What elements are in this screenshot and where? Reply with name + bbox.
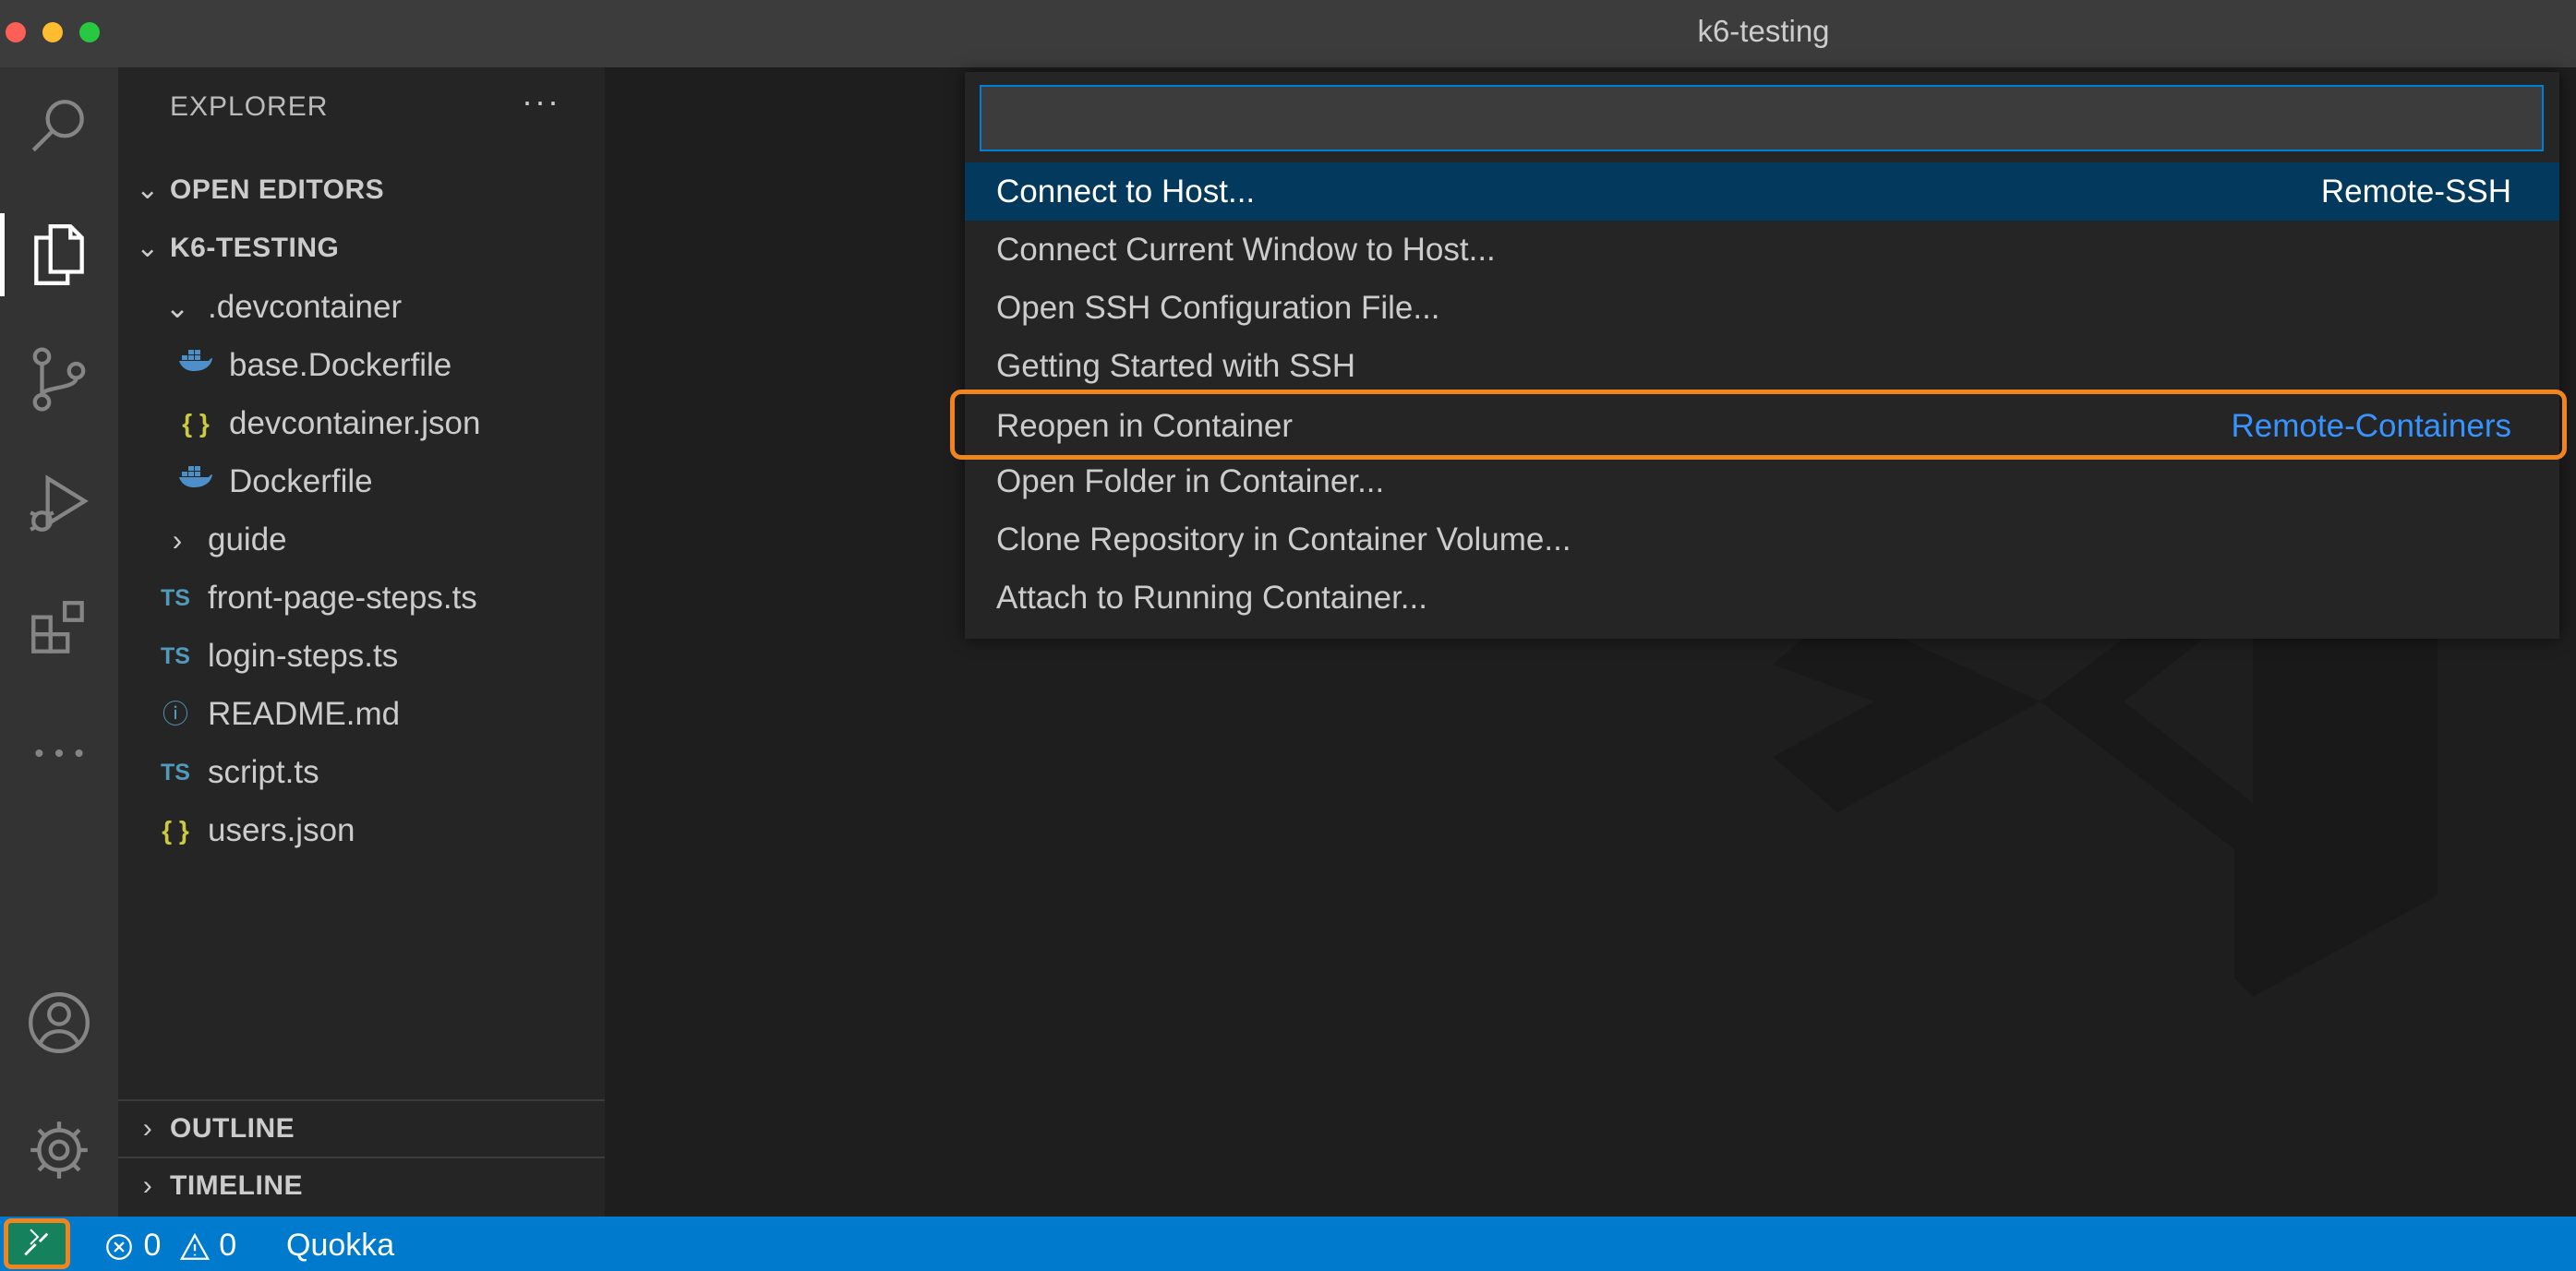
extensions-icon[interactable] <box>0 578 118 679</box>
warning-count: 0 <box>219 1228 237 1263</box>
typescript-icon: TS <box>161 643 190 669</box>
docker-icon <box>177 453 214 510</box>
warning-icon <box>179 1232 210 1260</box>
quokka-status[interactable]: Quokka <box>286 1217 394 1271</box>
error-icon <box>106 1234 132 1260</box>
quick-pick-item[interactable]: Connect Current Window to Host... <box>965 221 2559 279</box>
quick-pick-item[interactable]: Connect to Host... Remote-SSH <box>965 162 2559 221</box>
chevron-down-icon: ⌄ <box>164 291 190 324</box>
section-open-editors[interactable]: ⌄ OPEN EDITORS <box>118 162 605 218</box>
remote-icon <box>24 1228 49 1255</box>
more-icon[interactable] <box>0 702 118 804</box>
quick-pick-input[interactable] <box>980 85 2544 151</box>
section-outline[interactable]: › OUTLINE <box>118 1099 605 1155</box>
quick-pick-item[interactable]: Getting Started with SSH <box>965 337 2559 395</box>
highlight-annotation <box>950 390 2567 460</box>
gear-icon[interactable] <box>0 1099 118 1201</box>
source-control-icon[interactable] <box>0 329 118 430</box>
error-count: 0 <box>143 1228 162 1263</box>
tree-item-file[interactable]: TS script.ts <box>118 744 605 801</box>
tree-item-guide[interactable]: › guide <box>118 511 605 569</box>
tree-item-file[interactable]: TS front-page-steps.ts <box>118 570 605 627</box>
window-title: k6-testing <box>1697 14 1830 48</box>
run-debug-icon[interactable] <box>0 453 118 555</box>
search-icon[interactable] <box>0 77 118 178</box>
explorer-sidebar: EXPLORER ··· ⌄ OPEN EDITORS ⌄ K6-TESTING… <box>118 67 605 1217</box>
chevron-down-icon: ⌄ <box>136 174 160 205</box>
typescript-icon: TS <box>161 760 190 785</box>
json-icon: { } <box>162 816 189 845</box>
command-quick-pick: Connect to Host... Remote-SSH Connect Cu… <box>965 72 2559 639</box>
info-icon: ⓘ <box>162 700 188 728</box>
tree-item-file[interactable]: { } devcontainer.json <box>118 395 605 452</box>
files-icon[interactable] <box>0 204 118 306</box>
quick-pick-item[interactable]: Attach to Running Container... <box>965 569 2559 627</box>
docker-icon <box>177 337 214 394</box>
typescript-icon: TS <box>161 585 190 611</box>
activity-bar <box>0 67 118 1217</box>
quick-pick-item[interactable]: Open Folder in Container... <box>965 452 2559 510</box>
tree-item-file[interactable]: TS login-steps.ts <box>118 628 605 685</box>
explorer-title: EXPLORER <box>170 91 329 122</box>
section-timeline[interactable]: › TIMELINE <box>118 1157 605 1212</box>
json-icon: { } <box>182 409 210 438</box>
more-actions-icon[interactable]: ··· <box>522 82 560 121</box>
title-bar: k6-testing <box>0 0 2576 67</box>
tree-item-devcontainer[interactable]: ⌄ .devcontainer <box>118 279 605 336</box>
remote-indicator-button[interactable] <box>4 1218 70 1269</box>
tree-item-file[interactable]: base.Dockerfile <box>118 337 605 394</box>
status-bar: 0 0 Quokka <box>0 1217 2576 1271</box>
chevron-down-icon: ⌄ <box>136 233 160 263</box>
quick-pick-item[interactable]: Clone Repository in Container Volume... <box>965 510 2559 569</box>
tree-item-file[interactable]: { } users.json <box>118 802 605 859</box>
tree-item-file[interactable]: Dockerfile <box>118 453 605 510</box>
chevron-right-icon: › <box>172 523 183 557</box>
tree-item-file[interactable]: ⓘ README.md <box>118 686 605 743</box>
chevron-right-icon: › <box>142 1170 153 1201</box>
quick-pick-item[interactable]: Open SSH Configuration File... <box>965 279 2559 337</box>
section-project[interactable]: ⌄ K6-TESTING <box>118 221 605 276</box>
chevron-right-icon: › <box>142 1113 153 1144</box>
account-icon[interactable] <box>0 972 118 1073</box>
problems-indicator[interactable]: 0 0 <box>103 1217 236 1271</box>
